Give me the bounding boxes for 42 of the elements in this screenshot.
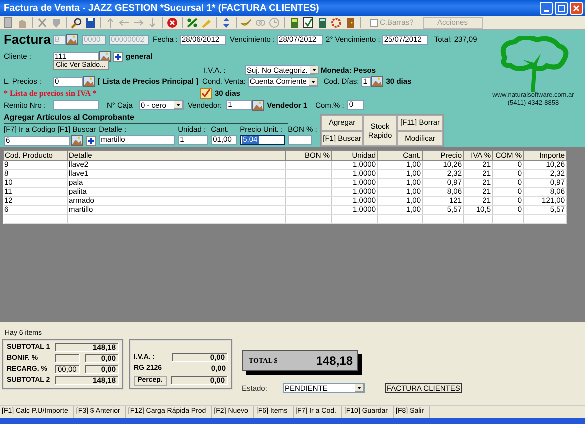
caret-icon: [308, 78, 318, 86]
window-title: Factura de Venta - JAZZ GESTION *Sucursal 1* (FACTURA CLIENTES): [4, 2, 320, 14]
table-cell: [286, 188, 332, 196]
save-icon[interactable]: [84, 16, 97, 28]
stop-icon[interactable]: [166, 16, 179, 28]
picture-icon[interactable]: [83, 76, 95, 88]
close-icon: [573, 4, 580, 12]
picture-icon[interactable]: [99, 51, 111, 62]
input-field[interactable]: [288, 135, 312, 145]
checklist-icon[interactable]: [302, 16, 315, 28]
warning-text: * Lista de precios sin IVA *: [4, 88, 98, 98]
table-cell: [286, 178, 332, 188]
picture-icon[interactable]: [252, 100, 264, 111]
exit-door-icon[interactable]: [344, 16, 357, 28]
cross-icon[interactable]: [36, 16, 49, 28]
close-button[interactable]: [570, 2, 583, 14]
section-title: Agregar Artículos al Comprobante: [4, 113, 288, 124]
caret-icon: [174, 101, 183, 110]
phone-icon[interactable]: [288, 16, 301, 28]
maximize-icon: [558, 4, 565, 12]
document-icon[interactable]: [2, 16, 15, 28]
input-field[interactable]: [53, 100, 99, 110]
gear-icon[interactable]: [330, 16, 343, 28]
percent-icon[interactable]: [186, 16, 199, 28]
readonly-field: [55, 354, 80, 363]
search-icon[interactable]: [70, 16, 83, 28]
table-cell: [286, 196, 332, 206]
calculator-icon[interactable]: [316, 16, 329, 28]
plus-icon[interactable]: [86, 136, 96, 146]
table-cell: [286, 160, 332, 170]
plus-icon[interactable]: [113, 52, 123, 62]
total-value: 148,18: [316, 354, 353, 368]
form-title: Factura: [4, 32, 52, 48]
picture-icon[interactable]: [71, 135, 83, 146]
caret-icon: [355, 384, 364, 392]
picture-icon[interactable]: [66, 34, 78, 46]
maximize-button[interactable]: [555, 2, 568, 14]
checkbox[interactable]: [200, 88, 212, 99]
picture-icon[interactable]: [371, 76, 384, 88]
table-cell: [286, 170, 332, 178]
caret-icon: [310, 66, 319, 74]
minimize-button[interactable]: [540, 2, 553, 14]
